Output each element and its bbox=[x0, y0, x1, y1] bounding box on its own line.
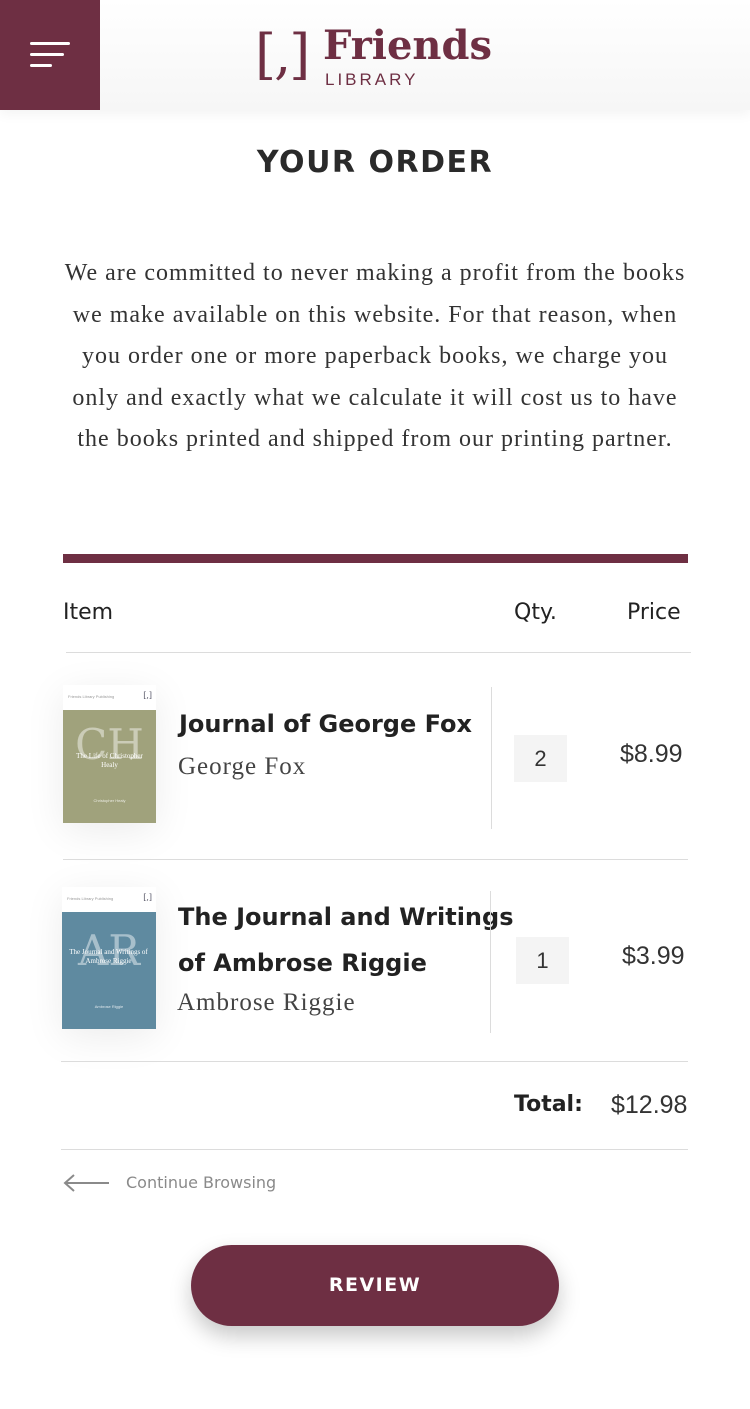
total-label: Total: bbox=[514, 1092, 583, 1117]
review-button[interactable]: REVIEW bbox=[191, 1245, 559, 1326]
cover-logo-mark: [,] bbox=[143, 691, 152, 700]
logo-mark: [,] bbox=[255, 23, 310, 86]
header: [,] Friends LIBRARY bbox=[0, 0, 750, 110]
column-header-price: Price bbox=[627, 600, 681, 625]
friends-library-logo[interactable]: [,] Friends LIBRARY bbox=[255, 24, 505, 90]
logo-subtitle: LIBRARY bbox=[325, 70, 419, 89]
item-title[interactable]: The Journal and Writings of Ambrose Rigg… bbox=[178, 894, 513, 986]
quantity-field[interactable]: 2 bbox=[514, 735, 567, 782]
logo-word: Friends bbox=[323, 22, 492, 69]
header-divider bbox=[66, 652, 691, 653]
cover-logo-mark: [,] bbox=[143, 893, 152, 902]
quantity-field[interactable]: 1 bbox=[516, 937, 569, 984]
total-value: $12.98 bbox=[611, 1091, 688, 1119]
continue-browsing-label: Continue Browsing bbox=[126, 1173, 277, 1192]
cover-title: The Life of Christopher Healy bbox=[76, 752, 143, 769]
row-divider bbox=[61, 1061, 688, 1062]
book-cover[interactable]: Friends Library Publishing [,] AR The Jo… bbox=[62, 887, 156, 1029]
intro-text: We are committed to never making a profi… bbox=[64, 260, 686, 453]
cover-author: Ambrose Riggie bbox=[94, 1004, 124, 1009]
item-title[interactable]: Journal of George Fox bbox=[179, 701, 472, 747]
arrow-left-icon bbox=[63, 1174, 109, 1192]
cover-author: Christopher Healy bbox=[93, 798, 126, 803]
column-header-item: Item bbox=[63, 600, 114, 625]
accent-divider bbox=[63, 554, 688, 563]
item-author: Ambrose Riggie bbox=[177, 989, 356, 1016]
total-divider bbox=[61, 1149, 688, 1150]
book-cover[interactable]: Friends Library Publishing [,] CH The Li… bbox=[63, 685, 156, 823]
column-divider bbox=[491, 687, 492, 829]
menu-button[interactable] bbox=[0, 0, 100, 110]
cover-art: AR The Journal and Writings of Ambrose R… bbox=[62, 912, 156, 1029]
item-price: $8.99 bbox=[620, 740, 683, 768]
item-author: George Fox bbox=[178, 753, 307, 780]
column-divider bbox=[490, 891, 491, 1033]
item-price: $3.99 bbox=[622, 942, 685, 970]
hamburger-menu-icon bbox=[30, 42, 72, 70]
cover-art: CH The Life of Christopher Healy Christo… bbox=[63, 710, 156, 823]
cover-publisher: Friends Library Publishing bbox=[67, 896, 114, 901]
column-header-qty: Qty. bbox=[514, 600, 557, 625]
cover-publisher: Friends Library Publishing bbox=[68, 694, 115, 699]
row-divider bbox=[63, 859, 688, 860]
page-title: YOUR ORDER bbox=[256, 145, 494, 180]
cover-title: The Journal and Writings of Ambrose Rigg… bbox=[69, 948, 148, 965]
